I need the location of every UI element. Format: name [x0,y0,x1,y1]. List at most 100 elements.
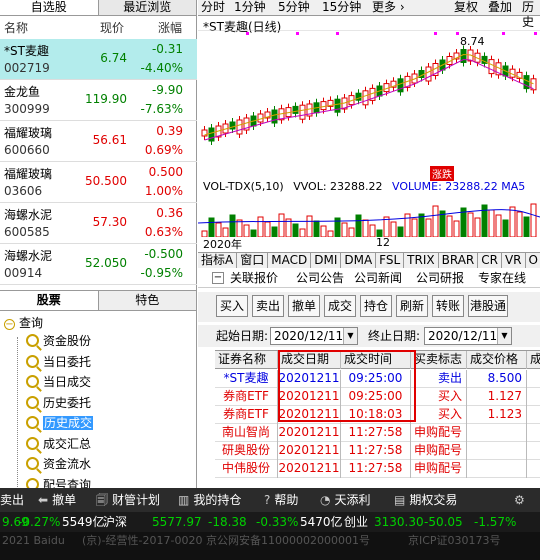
tab-overlay[interactable]: 叠加 [488,0,512,15]
indicator-tab[interactable]: DMI [311,253,342,268]
tab-timeshare[interactable]: 分时 [201,0,225,15]
collapse-icon[interactable]: − [4,319,15,330]
toolbar-button[interactable]: ? 帮助 [264,488,298,512]
column-header[interactable]: 成 [527,351,540,369]
toolbar-button[interactable]: ▥ 我的持仓 [178,488,241,512]
tab-more[interactable]: 更多 › [372,0,405,15]
cell-date: 20201211 [278,442,341,460]
volume-bar [271,226,278,237]
vol-indicator-name[interactable]: VOL-TDX(5,10) [203,180,284,193]
tree-item[interactable]: 配号查询 [26,477,91,488]
candle-body [488,59,495,75]
toolbar-icon: ? [264,493,271,507]
tab-5min[interactable]: 5分钟 [278,0,310,15]
toolbar-button[interactable]: ⬅ 撤单 [38,488,76,512]
col-change[interactable]: 涨幅 [158,17,182,39]
indicator-tab[interactable]: DMA [341,253,377,268]
cell-time: 11:27:58 [341,424,411,442]
trade-button[interactable]: 成交 [324,295,356,317]
tab-history[interactable]: 历史 [522,0,540,30]
volume-chart[interactable] [198,193,540,237]
column-header[interactable]: 证券名称 [215,351,278,369]
trade-button[interactable]: 撤单 [288,295,320,317]
trade-button[interactable]: 港股通 [468,295,508,317]
watchlist-row[interactable]: 福耀玻璃 03606 50.500 0.500 1.00% [0,162,197,203]
tree-item[interactable]: 当日委托 [26,354,91,370]
tab-featured[interactable]: 特色 [98,291,196,310]
magnifier-icon [26,477,39,488]
indicator-tab[interactable]: CR [478,253,502,268]
cell-extra [527,370,540,388]
chart-period-tabs: 分时 1分钟 5分钟 15分钟 更多 › 复权 叠加 历史 [198,0,540,29]
trade-button[interactable]: 持仓 [360,295,392,317]
cell-price [467,442,527,460]
volume-bar [369,224,376,237]
col-price[interactable]: 现价 [100,17,124,39]
stock-price: 52.050 [85,256,127,270]
start-date-picker[interactable]: 2020/12/11 ▼ [270,327,358,345]
indicator-tab[interactable]: 窗口 [237,253,269,268]
indicator-tab[interactable]: BRAR [439,253,479,268]
volume-bar [257,216,264,237]
indicator-tab[interactable]: FSL [376,253,405,268]
watchlist-row[interactable]: 海螺水泥 600585 57.30 0.36 0.63% [0,203,197,244]
tree-item[interactable]: 当日成交 [26,374,91,390]
tree-item[interactable]: 资金流水 [26,456,91,472]
table-row[interactable]: 中伟股份 20201211 11:27:58 申购配号 [215,460,540,478]
settings-icon[interactable]: ⚙ [514,488,525,512]
candlestick-chart[interactable] [198,30,540,178]
watchlist-row[interactable]: 海螺水泥 00914 52.050 -0.500 -0.95% [0,244,197,285]
trade-button[interactable]: 转账 [432,295,464,317]
ticker-value: 创业 [344,515,369,529]
watchlist-row[interactable]: 福耀玻璃 600660 56.61 0.39 0.69% [0,121,197,162]
column-header[interactable]: 成交价格 [467,351,527,369]
tab-15min[interactable]: 15分钟 [322,0,361,15]
nav-link[interactable]: 专家在线 [478,269,526,288]
stock-code: 600585 [4,225,50,239]
tree-item[interactable]: 资金股份 [26,333,91,349]
volume-bar [313,220,320,237]
cell-flag: 买入 [411,388,467,406]
volume-bar [355,214,362,237]
indicator-tab[interactable]: VR [502,253,526,268]
trade-button[interactable]: 卖出 [252,295,284,317]
tree-item[interactable]: 历史成交 [26,415,94,431]
trade-button[interactable]: 刷新 [396,295,428,317]
toolbar-button[interactable]: ▤ 期权交易 [394,488,457,512]
volume-title: VOL-TDX(5,10) VVOL: 23288.22 VOLUME: 232… [203,180,525,193]
toolbar-button[interactable]: ◔ 天添利 [320,488,371,512]
nav-link[interactable]: 公司新闻 [354,269,402,288]
end-date-picker[interactable]: 2020/12/11 ▼ [424,327,512,345]
magnifier-icon [26,436,39,450]
vvol-value: VVOL: 23288.22 [293,180,383,193]
nav-link[interactable]: 公司研报 [416,269,464,288]
watchlist-row[interactable]: 金龙鱼 300999 119.90 -9.90 -7.63% [0,80,197,121]
col-name[interactable]: 名称 [4,17,28,39]
tab-adjust[interactable]: 复权 [454,0,478,15]
dropdown-arrow-icon[interactable]: ▼ [343,328,357,344]
tab-watchlist[interactable]: 自选股 [0,0,99,15]
table-row[interactable]: 南山智尚 20201211 11:27:58 申购配号 [215,424,540,442]
volume-bar [348,227,355,237]
tab-recent[interactable]: 最近浏览 [98,0,197,15]
table-row[interactable]: 研奥股份 20201211 11:27:58 申购配号 [215,442,540,460]
column-header[interactable]: 买卖标志 [411,351,467,369]
trade-button[interactable]: 买入 [216,295,248,317]
nav-link[interactable]: 关联报价 [230,269,278,288]
toolbar-button[interactable]: 卖出 [0,488,24,512]
tree-item[interactable]: 历史委托 [26,395,91,411]
indicator-tabs: 指标A 窗口 MACD DMI DMA FSL TRIX BRAR CR VR O [198,252,540,268]
tab-stocks[interactable]: 股票 [0,291,99,310]
watchlist-row[interactable]: *ST麦趣 002719 6.74 -0.31 -4.40% [0,39,197,80]
dropdown-arrow-icon[interactable]: ▼ [497,328,511,344]
indicator-tab[interactable]: TRIX [404,253,439,268]
toolbar-button[interactable]: 🗐 财管计划 [96,488,160,512]
indicator-tab[interactable]: 指标A [198,253,238,268]
tree-item[interactable]: 成交汇总 [26,436,91,452]
indicator-tab[interactable]: MACD [268,253,312,268]
tree-root-query[interactable]: − 查询 [4,315,43,331]
indicator-tab[interactable]: O [526,253,540,268]
minimize-icon[interactable]: − [212,272,224,284]
nav-link[interactable]: 公司公告 [296,269,344,288]
tab-1min[interactable]: 1分钟 [234,0,266,15]
